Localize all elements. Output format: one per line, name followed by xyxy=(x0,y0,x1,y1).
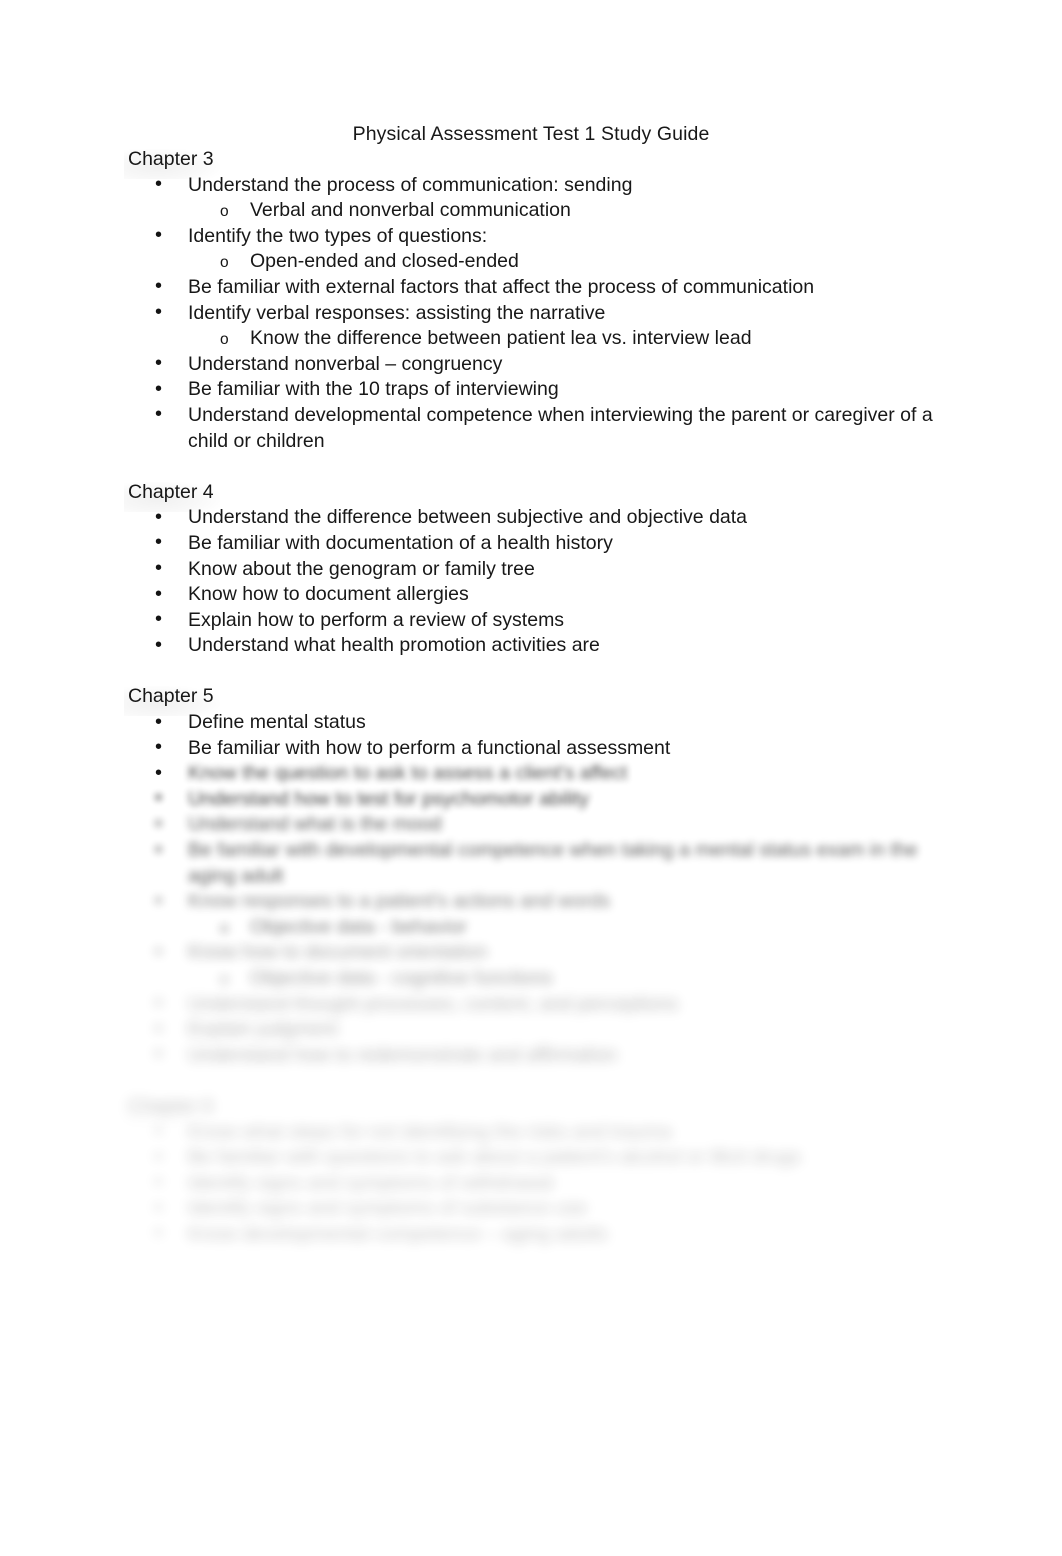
bullet-item: Know how to document orientation xyxy=(0,940,1062,966)
sub-bullet-list: Objective data - behavior xyxy=(0,915,1062,941)
sub-bullet-item: Objective data - behavior xyxy=(0,915,1062,941)
bullet-item: Know developmental competence – aging ad… xyxy=(0,1221,1062,1248)
bullet-item: Understand developmental competence when… xyxy=(0,402,1062,454)
document-page: Physical Assessment Test 1 Study Guide C… xyxy=(0,0,1062,1556)
bullet-item: Know what steps for not identifying the … xyxy=(0,1119,1062,1146)
bullet-item: Explain judgment xyxy=(0,1017,1062,1043)
bullet-item: Know responses to a patient's actions an… xyxy=(0,889,1062,915)
bullet-item: Be familiar with developmental competenc… xyxy=(0,838,1062,889)
bullet-list: Understand the difference between subjec… xyxy=(0,505,1062,659)
bullet-list: Understand the process of communication:… xyxy=(0,172,1062,455)
bullet-item: Identify signs and symptoms of substance… xyxy=(0,1196,1062,1222)
bullet-item: Identify verbal responses: assisting the… xyxy=(0,300,1062,327)
bullet-item: Define mental status xyxy=(0,710,1062,736)
bullet-item: Understand what is the mood xyxy=(0,812,1062,838)
sub-bullet-item: Know the difference between patient lea … xyxy=(0,326,1062,352)
chapter-heading: Chapter 4 xyxy=(0,480,1062,512)
bullet-item: Identify signs and symptoms of withdrawa… xyxy=(0,1170,1062,1197)
bullet-item: Identify the two types of questions: xyxy=(0,223,1062,250)
sub-bullet-item: Open-ended and closed-ended xyxy=(0,249,1062,275)
bullet-item: Be familiar with external factors that a… xyxy=(0,274,1062,301)
chapter-heading: Chapter 5 xyxy=(0,684,1062,716)
bullet-item: Know how to document allergies xyxy=(0,582,1062,608)
bullet-item: Explain how to perform a review of syste… xyxy=(0,607,1062,634)
bullet-item: Understand how to test for psychomotor a… xyxy=(0,786,1062,813)
bullet-item: Understand the process of communication:… xyxy=(0,172,1062,199)
bullet-item: Understand nonverbal – congruency xyxy=(0,351,1062,378)
bullet-item: Be familiar with questions to ask about … xyxy=(0,1145,1062,1171)
sub-bullet-list: Objective data - cognitive functions xyxy=(0,966,1062,992)
sub-bullet-item: Verbal and nonverbal communication xyxy=(0,198,1062,224)
sub-bullet-list: Open-ended and closed-ended xyxy=(0,249,1062,275)
document-content: Chapter 3Understand the process of commu… xyxy=(0,147,1062,1248)
bullet-item: Understand how to redemonstrate and affi… xyxy=(0,1042,1062,1069)
bullet-item: Be familiar with the 10 traps of intervi… xyxy=(0,377,1062,403)
bullet-item: Understand what health promotion activit… xyxy=(0,633,1062,659)
page-title: Physical Assessment Test 1 Study Guide xyxy=(352,123,710,145)
bullet-item: Understand thought processes, content, a… xyxy=(0,991,1062,1018)
chapter-heading: Chapter 6 xyxy=(0,1094,1062,1126)
bullet-item: Know the question to ask to assess a cli… xyxy=(0,761,1062,787)
bullet-item: Understand the difference between subjec… xyxy=(0,505,1062,531)
sub-bullet-item: Objective data - cognitive functions xyxy=(0,966,1062,992)
bullet-list: Define mental statusBe familiar with how… xyxy=(0,710,1062,1068)
sub-bullet-list: Know the difference between patient lea … xyxy=(0,326,1062,352)
bullet-list: Know what steps for not identifying the … xyxy=(0,1119,1062,1248)
chapter-heading: Chapter 3 xyxy=(0,147,1062,179)
bullet-item: Be familiar with how to perform a functi… xyxy=(0,735,1062,762)
bullet-item: Be familiar with documentation of a heal… xyxy=(0,530,1062,557)
sub-bullet-list: Verbal and nonverbal communication xyxy=(0,198,1062,224)
bullet-item: Know about the genogram or family tree xyxy=(0,556,1062,583)
bullet-text: Know the question to ask to assess a cli… xyxy=(188,762,628,785)
